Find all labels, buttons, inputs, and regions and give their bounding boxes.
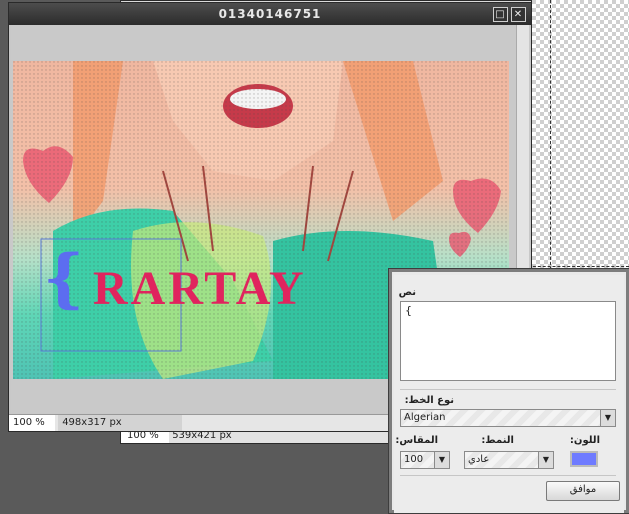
- text-tool-dialog[interactable]: نص { نوع الخط: Algerian ▼ المقاس: النمط:…: [388, 268, 629, 514]
- close-icon[interactable]: ✕: [511, 7, 526, 22]
- maximize-icon[interactable]: □: [493, 7, 508, 22]
- style-value: عادي: [468, 454, 490, 465]
- window-titlebar[interactable]: 01340146751 □ ✕: [9, 3, 531, 25]
- color-swatch[interactable]: [570, 451, 598, 467]
- size-label: المقاس:: [395, 435, 438, 446]
- font-value: Algerian: [404, 412, 446, 423]
- dialog-body: نص { نوع الخط: Algerian ▼ المقاس: النمط:…: [394, 275, 624, 513]
- divider: [400, 389, 616, 390]
- zoom-level[interactable]: 100 %: [9, 415, 55, 431]
- chevron-down-icon[interactable]: ▼: [600, 410, 615, 426]
- text-label: نص: [398, 287, 416, 298]
- image-dimensions: 498x317 px: [58, 415, 183, 431]
- window-title: 01340146751: [218, 7, 322, 21]
- ok-button[interactable]: موافق: [546, 481, 620, 501]
- selection-guide: [528, 266, 629, 267]
- size-select[interactable]: 100 ▼: [400, 451, 450, 469]
- selection-guide: [550, 0, 551, 280]
- artwork-title-text: RARTAY: [93, 262, 307, 315]
- divider: [400, 475, 616, 476]
- size-value: 100: [404, 454, 424, 465]
- chevron-down-icon[interactable]: ▼: [538, 452, 553, 468]
- font-select[interactable]: Algerian ▼: [400, 409, 616, 427]
- artwork-brace: {: [43, 241, 85, 316]
- color-label: اللون:: [569, 435, 600, 446]
- text-input[interactable]: {: [400, 301, 616, 381]
- font-label: نوع الخط:: [404, 395, 454, 406]
- style-label: النمط:: [481, 435, 514, 446]
- chevron-down-icon[interactable]: ▼: [434, 452, 449, 468]
- style-select[interactable]: عادي ▼: [464, 451, 554, 469]
